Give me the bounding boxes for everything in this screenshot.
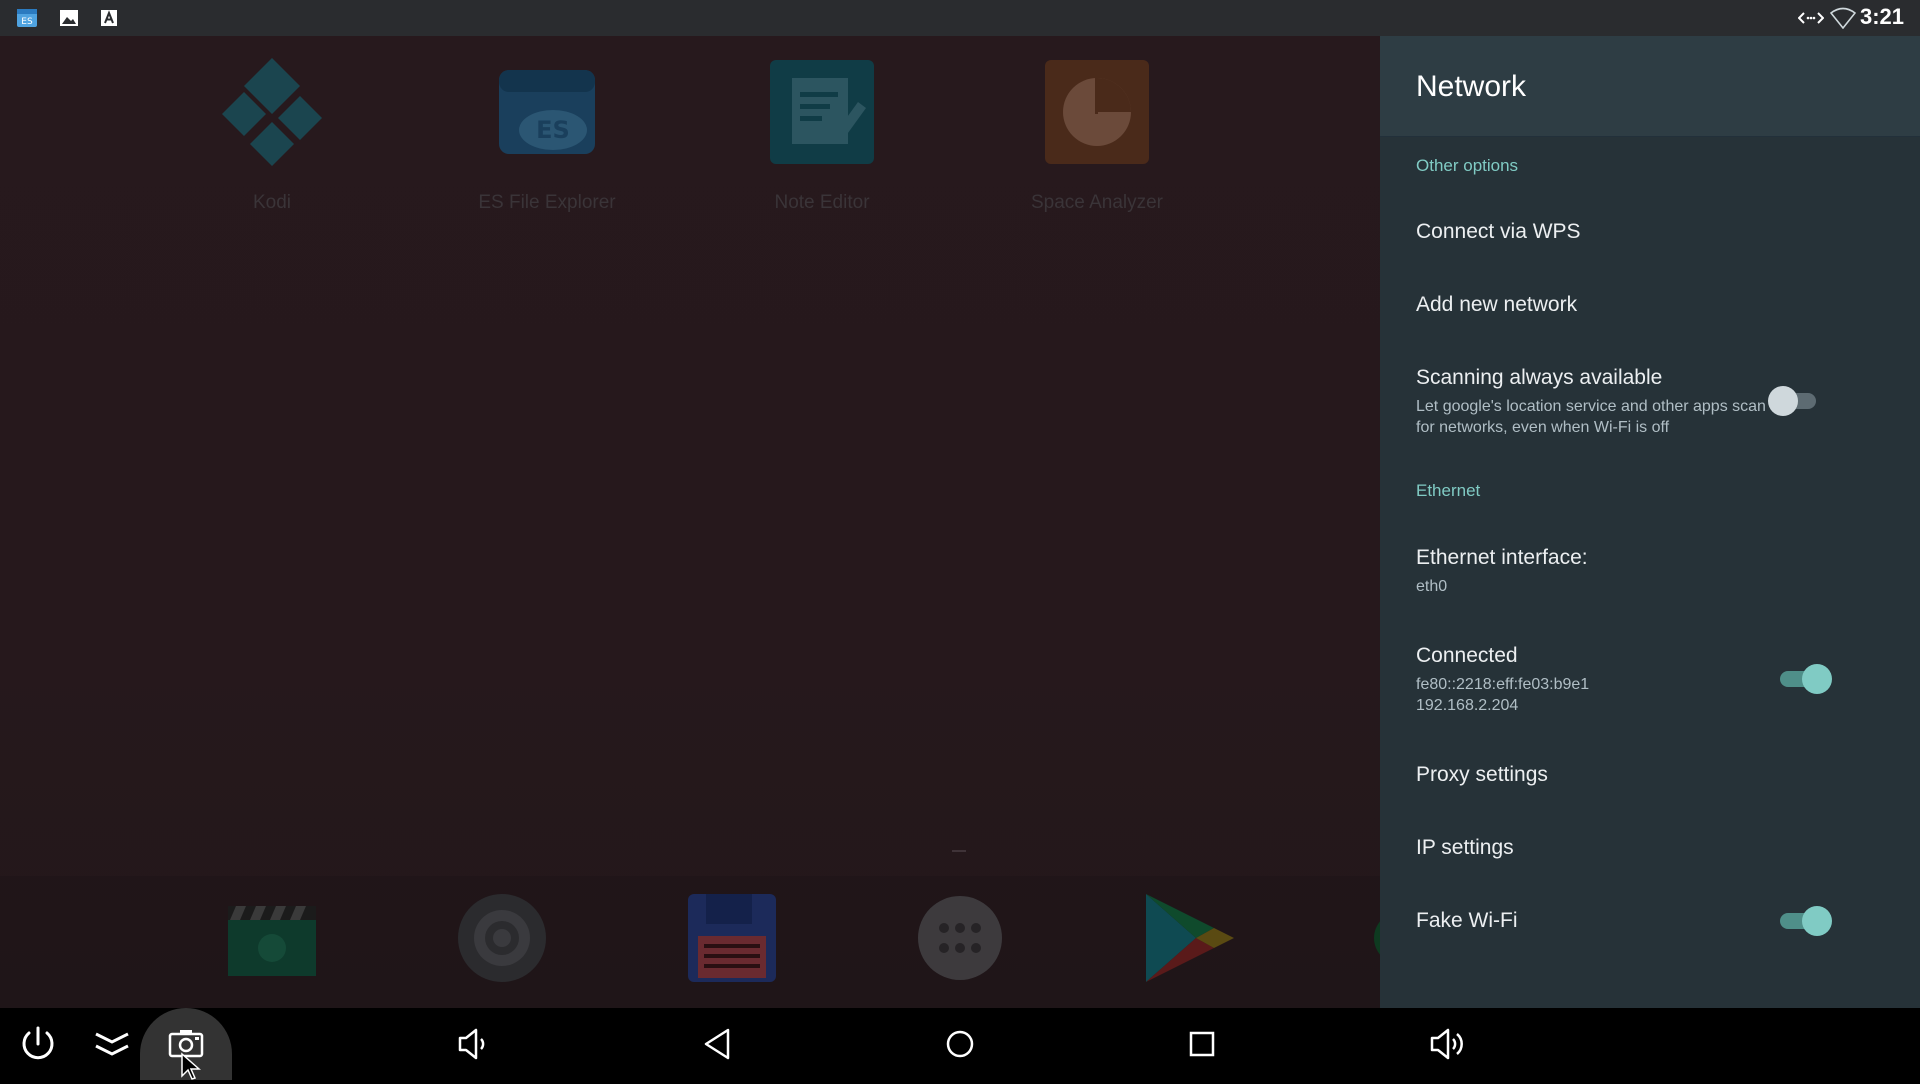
volume-up-icon[interactable] — [1422, 1020, 1470, 1068]
dock — [0, 876, 1380, 1008]
ethernet-interface-item[interactable]: Ethernet interface: eth0 — [1416, 546, 1588, 597]
item-value: eth0 — [1416, 578, 1448, 595]
kodi-icon — [212, 52, 332, 172]
section-header-other-options: Other options — [1416, 156, 1519, 175]
network-settings-panel: Network Other options Connect via WPS Ad… — [1380, 36, 1920, 1008]
navigation-bar — [0, 1008, 1920, 1080]
home-icon[interactable] — [936, 1020, 984, 1068]
mouse-cursor-icon — [180, 1052, 204, 1080]
ipv6-address: fe80::2218:eff:fe03:b9e1 — [1416, 676, 1590, 693]
add-new-network-item[interactable]: Add new network — [1416, 293, 1577, 317]
ipv4-address: 192.168.2.204 — [1416, 697, 1519, 714]
item-title: Connected — [1416, 644, 1518, 667]
es-file-notification-icon: ES — [16, 7, 38, 29]
wifi-icon — [1829, 7, 1857, 30]
item-title: Add new network — [1416, 293, 1578, 316]
text-notification-icon — [98, 7, 120, 29]
dock-handle[interactable] — [952, 850, 966, 852]
app-note-editor[interactable]: Note Editor — [712, 52, 932, 214]
item-title: Ethernet interface: — [1416, 546, 1588, 569]
app-label: ES File Explorer — [478, 192, 616, 213]
app-es-file-explorer[interactable]: ES ES File Explorer — [437, 52, 657, 214]
item-description: fe80::2218:eff:fe03:b9e1 192.168.2.204 — [1416, 674, 1589, 716]
power-icon[interactable] — [14, 1020, 62, 1068]
page-title: Network — [1416, 70, 1527, 103]
status-bar: ES 3:21 — [0, 0, 1920, 36]
partial-app-icon[interactable] — [1360, 888, 1380, 988]
image-notification-icon — [58, 7, 80, 29]
section-header-ethernet: Ethernet — [1416, 481, 1481, 500]
play-store-icon[interactable] — [1140, 888, 1240, 988]
item-title: Proxy settings — [1416, 763, 1548, 786]
ip-settings-item[interactable]: IP settings — [1416, 836, 1514, 860]
connect-via-wps-item[interactable]: Connect via WPS — [1416, 220, 1581, 244]
volume-down-icon[interactable] — [448, 1020, 496, 1068]
floppy-save-icon[interactable] — [682, 888, 782, 988]
fake-wifi-item[interactable]: Fake Wi-Fi — [1416, 909, 1518, 933]
item-title: Fake Wi-Fi — [1416, 909, 1518, 932]
es-file-explorer-icon: ES — [487, 52, 607, 172]
video-clapper-icon[interactable] — [222, 888, 322, 988]
ethernet-connected-toggle[interactable] — [1778, 664, 1832, 694]
ethernet-icon — [1797, 7, 1825, 29]
svg-text:ES: ES — [536, 116, 570, 144]
camera-icon[interactable] — [452, 888, 552, 988]
item-description: Let google's location service and other … — [1416, 398, 1766, 436]
ethernet-connected-item[interactable]: Connected fe80::2218:eff:fe03:b9e1 192.1… — [1416, 644, 1589, 716]
back-icon[interactable] — [694, 1020, 742, 1068]
scanning-always-available-item[interactable]: Scanning always available Let google's l… — [1416, 366, 1766, 438]
scanning-toggle[interactable] — [1768, 386, 1822, 416]
collapse-icon[interactable] — [88, 1020, 136, 1068]
space-analyzer-icon — [1037, 52, 1157, 172]
recents-icon[interactable] — [1178, 1020, 1226, 1068]
app-label: Space Analyzer — [1030, 192, 1164, 213]
fake-wifi-toggle[interactable] — [1778, 906, 1832, 936]
app-label: Kodi — [252, 192, 292, 213]
item-title: Scanning always available — [1416, 366, 1663, 389]
panel-header: Network — [1380, 36, 1920, 137]
proxy-settings-item[interactable]: Proxy settings — [1416, 763, 1548, 787]
svg-text:ES: ES — [21, 17, 33, 27]
item-title: IP settings — [1416, 836, 1514, 859]
app-label: Note Editor — [774, 192, 870, 213]
note-editor-icon — [762, 52, 882, 172]
app-drawer-icon[interactable] — [910, 888, 1010, 988]
app-kodi[interactable]: Kodi — [162, 52, 382, 214]
item-title: Connect via WPS — [1416, 220, 1581, 243]
app-space-analyzer[interactable]: Space Analyzer — [987, 52, 1207, 214]
clock: 3:21 — [1859, 4, 1904, 29]
launcher-desktop: Kodi ES ES File Explorer Note Editor Spa… — [0, 36, 1380, 1008]
